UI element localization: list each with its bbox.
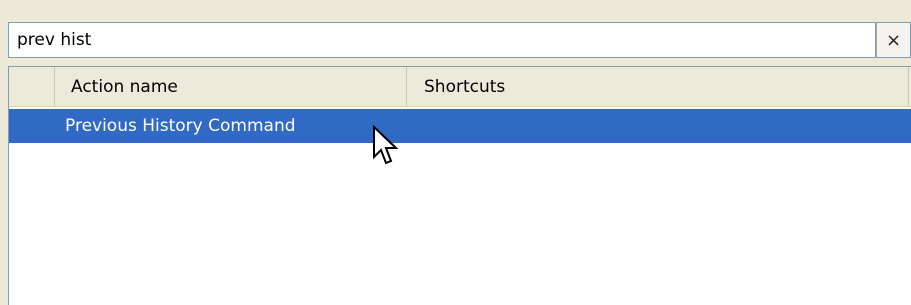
- column-header-label: Shortcuts: [424, 76, 506, 97]
- header-corner: [9, 67, 55, 106]
- action-name-cell: Previous History Command: [65, 116, 296, 136]
- table-header: Action name Shortcuts: [9, 67, 911, 107]
- search-input[interactable]: [8, 22, 876, 58]
- column-header-label: Action name: [71, 76, 178, 97]
- table-row[interactable]: Previous History Command: [9, 109, 911, 143]
- close-icon: ×: [885, 29, 902, 51]
- shortcut-cell: [407, 109, 424, 143]
- mouse-pointer-icon: [373, 125, 399, 165]
- column-header-shortcuts[interactable]: Shortcuts: [407, 67, 909, 106]
- clear-search-button[interactable]: ×: [876, 22, 911, 58]
- actions-table: Action name Shortcuts Previous History C…: [8, 66, 911, 305]
- column-header-action-name[interactable]: Action name: [55, 67, 407, 106]
- search-bar: ×: [8, 22, 911, 60]
